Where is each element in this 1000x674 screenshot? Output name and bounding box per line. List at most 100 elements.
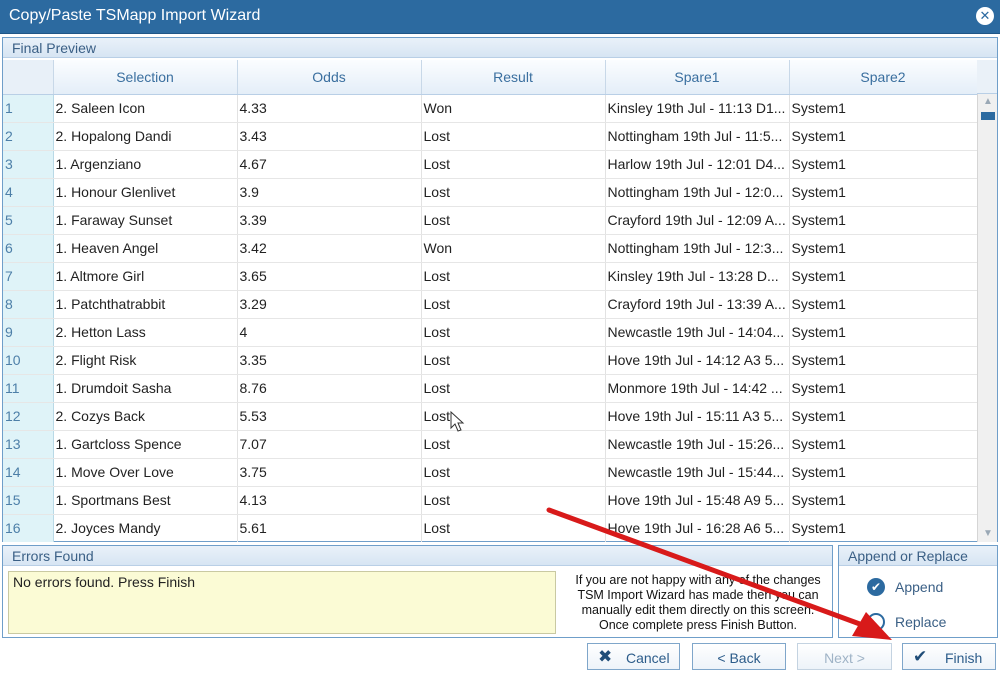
cell-result[interactable]: Lost — [421, 206, 606, 235]
cell-result[interactable]: Lost — [421, 346, 606, 375]
cell-spare1[interactable]: Hove 19th Jul - 16:28 A6 5... — [605, 514, 790, 542]
column-header-selection[interactable]: Selection — [53, 60, 238, 95]
cell-spare2[interactable]: System1 — [789, 178, 978, 207]
cell-selection[interactable]: 1. Sportmans Best — [53, 486, 238, 515]
cell-spare2[interactable]: System1 — [789, 94, 978, 123]
cell-row-number[interactable]: 10 — [3, 346, 54, 375]
checked-radio-icon[interactable]: ✔ — [867, 578, 885, 596]
cell-spare2[interactable]: System1 — [789, 374, 978, 403]
cell-odds[interactable]: 3.35 — [237, 346, 422, 375]
cell-spare2[interactable]: System1 — [789, 290, 978, 319]
table-row[interactable]: 10 2. Flight Risk 3.35 Lost Hove 19th Jul - … — [3, 346, 978, 375]
cell-spare2[interactable]: System1 — [789, 486, 978, 515]
table-row[interactable]: 2 2. Hopalong Dandi 3.43 Lost Nottingham 19t… — [3, 122, 978, 151]
cell-odds[interactable]: 3.65 — [237, 262, 422, 291]
back-button[interactable]: < Back — [692, 643, 786, 670]
cell-odds[interactable]: 3.39 — [237, 206, 422, 235]
cell-selection[interactable]: 2. Cozys Back — [53, 402, 238, 431]
cell-result[interactable]: Lost — [421, 430, 606, 459]
table-row[interactable]: 7 1. Altmore Girl 3.65 Lost Kinsley 19th Jul… — [3, 262, 978, 291]
cell-selection[interactable]: 1. Heaven Angel — [53, 234, 238, 263]
cell-row-number[interactable]: 4 — [3, 178, 54, 207]
cell-odds[interactable]: 3.29 — [237, 290, 422, 319]
cell-result[interactable]: Lost — [421, 318, 606, 347]
cell-odds[interactable]: 4 — [237, 318, 422, 347]
cell-spare1[interactable]: Newcastle 19th Jul - 15:26... — [605, 430, 790, 459]
vertical-scrollbar[interactable]: ▲ ▼ — [977, 94, 997, 542]
cell-spare2[interactable]: System1 — [789, 430, 978, 459]
scroll-down-icon[interactable]: ▼ — [978, 526, 997, 542]
cell-row-number[interactable]: 16 — [3, 514, 54, 542]
cell-spare2[interactable]: System1 — [789, 514, 978, 542]
cell-row-number[interactable]: 12 — [3, 402, 54, 431]
cell-selection[interactable]: 1. Move Over Love — [53, 458, 238, 487]
cell-spare2[interactable]: System1 — [789, 318, 978, 347]
cell-result[interactable]: Lost — [421, 178, 606, 207]
cell-result[interactable]: Lost — [421, 374, 606, 403]
cell-selection[interactable]: 2. Hetton Lass — [53, 318, 238, 347]
column-header-result[interactable]: Result — [421, 60, 606, 95]
cell-row-number[interactable]: 11 — [3, 374, 54, 403]
cell-spare2[interactable]: System1 — [789, 206, 978, 235]
cell-row-number[interactable]: 1 — [3, 94, 54, 123]
cell-selection[interactable]: 1. Faraway Sunset — [53, 206, 238, 235]
table-row[interactable]: 4 1. Honour Glenlivet 3.9 Lost Nottingham 19… — [3, 178, 978, 207]
finish-button[interactable]: ✔ Finish — [902, 643, 996, 670]
scroll-up-icon[interactable]: ▲ — [978, 94, 997, 110]
table-row[interactable]: 15 1. Sportmans Best 4.13 Lost Hove 19th Jul… — [3, 486, 978, 515]
cell-result[interactable]: Lost — [421, 290, 606, 319]
cell-spare2[interactable]: System1 — [789, 346, 978, 375]
scrollbar-thumb[interactable] — [981, 112, 995, 120]
table-row[interactable]: 16 2. Joyces Mandy 5.61 Lost Hove 19th Jul -… — [3, 514, 978, 542]
cell-odds[interactable]: 8.76 — [237, 374, 422, 403]
cell-row-number[interactable]: 8 — [3, 290, 54, 319]
cell-odds[interactable]: 3.42 — [237, 234, 422, 263]
cell-row-number[interactable]: 9 — [3, 318, 54, 347]
cell-result[interactable]: Won — [421, 94, 606, 123]
cell-row-number[interactable]: 2 — [3, 122, 54, 151]
cell-odds[interactable]: 3.75 — [237, 458, 422, 487]
cell-spare1[interactable]: Newcastle 19th Jul - 15:44... — [605, 458, 790, 487]
close-icon[interactable]: ✕ — [976, 7, 994, 25]
cell-spare1[interactable]: Nottingham 19th Jul - 11:5... — [605, 122, 790, 151]
table-row[interactable]: 6 1. Heaven Angel 3.42 Won Nottingham 19th J… — [3, 234, 978, 263]
column-header-spare2[interactable]: Spare2 — [789, 60, 978, 95]
errors-textbox[interactable]: No errors found. Press Finish — [8, 571, 556, 634]
column-header-rownum[interactable] — [3, 60, 54, 95]
table-row[interactable]: 14 1. Move Over Love 3.75 Lost Newcastle 19t… — [3, 458, 978, 487]
column-header-odds[interactable]: Odds — [237, 60, 422, 95]
table-row[interactable]: 5 1. Faraway Sunset 3.39 Lost Crayford 19th … — [3, 206, 978, 235]
cell-selection[interactable]: 2. Flight Risk — [53, 346, 238, 375]
cell-spare1[interactable]: Nottingham 19th Jul - 12:0... — [605, 178, 790, 207]
cell-odds[interactable]: 7.07 — [237, 430, 422, 459]
cell-row-number[interactable]: 15 — [3, 486, 54, 515]
cell-selection[interactable]: 2. Joyces Mandy — [53, 514, 238, 542]
cell-row-number[interactable]: 7 — [3, 262, 54, 291]
cell-spare1[interactable]: Harlow 19th Jul - 12:01 D4... — [605, 150, 790, 179]
cell-odds[interactable]: 3.43 — [237, 122, 422, 151]
cell-spare2[interactable]: System1 — [789, 122, 978, 151]
cell-odds[interactable]: 5.61 — [237, 514, 422, 542]
cell-selection[interactable]: 1. Argenziano — [53, 150, 238, 179]
cell-result[interactable]: Lost — [421, 262, 606, 291]
cell-spare1[interactable]: Hove 19th Jul - 14:12 A3 5... — [605, 346, 790, 375]
cell-row-number[interactable]: 3 — [3, 150, 54, 179]
cell-selection[interactable]: 1. Gartcloss Spence — [53, 430, 238, 459]
table-row[interactable]: 1 2. Saleen Icon 4.33 Won Kinsley 19th Jul -… — [3, 94, 978, 123]
cell-result[interactable]: Lost — [421, 402, 606, 431]
table-row[interactable]: 3 1. Argenziano 4.67 Lost Harlow 19th Jul - … — [3, 150, 978, 179]
unchecked-radio-icon[interactable] — [867, 613, 885, 631]
cell-selection[interactable]: 2. Saleen Icon — [53, 94, 238, 123]
table-row[interactable]: 8 1. Patchthatrabbit 3.29 Lost Crayford 19th… — [3, 290, 978, 319]
cell-spare2[interactable]: System1 — [789, 402, 978, 431]
cell-result[interactable]: Won — [421, 234, 606, 263]
cell-spare2[interactable]: System1 — [789, 150, 978, 179]
table-row[interactable]: 9 2. Hetton Lass 4 Lost Newcastle 19th Jul -… — [3, 318, 978, 347]
cell-row-number[interactable]: 6 — [3, 234, 54, 263]
cell-spare2[interactable]: System1 — [789, 262, 978, 291]
cell-result[interactable]: Lost — [421, 486, 606, 515]
cell-selection[interactable]: 1. Altmore Girl — [53, 262, 238, 291]
cell-result[interactable]: Lost — [421, 458, 606, 487]
cell-spare1[interactable]: Newcastle 19th Jul - 14:04... — [605, 318, 790, 347]
cell-row-number[interactable]: 13 — [3, 430, 54, 459]
